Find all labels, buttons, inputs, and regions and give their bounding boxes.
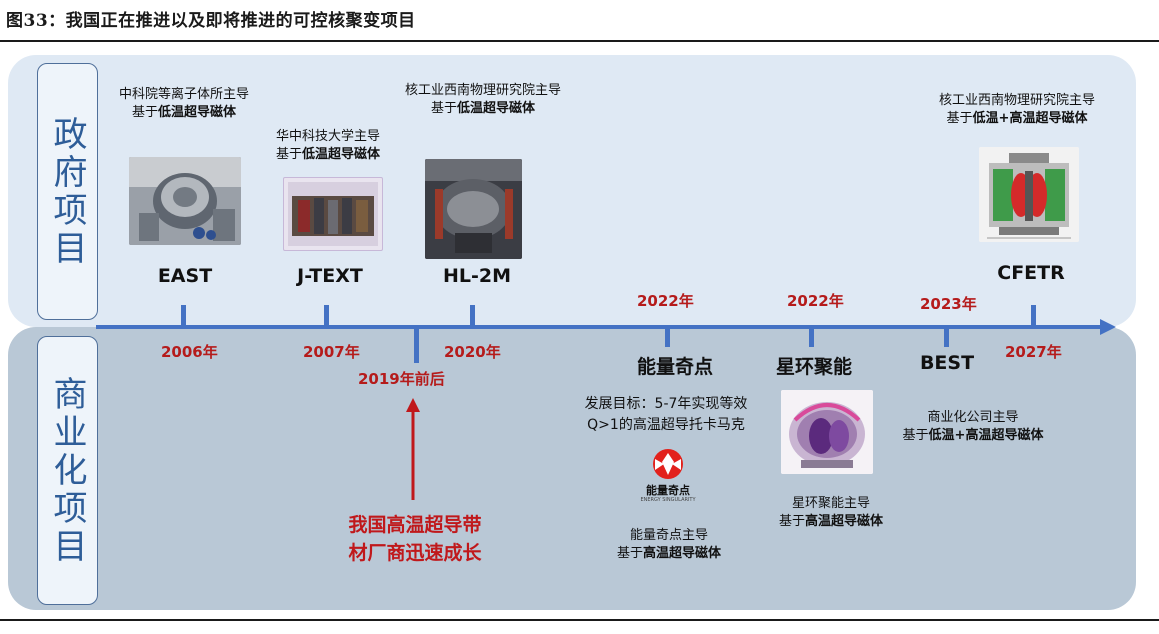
energy-singularity-logo: 能量奇点 ENERGY SINGULARITY xyxy=(633,448,703,508)
bottom-rule xyxy=(0,619,1159,621)
hl2m-name: HL-2M xyxy=(442,265,512,287)
figure-title: 图33：我国正在推进以及即将推进的可控核聚变项目 xyxy=(6,11,416,31)
tick-cfetr xyxy=(1031,305,1036,325)
jtext-name: J-TEXT xyxy=(297,265,363,287)
jtext-photo xyxy=(283,177,383,251)
tick-2019 xyxy=(414,327,419,363)
hl2m-description: 核工业西南物理研究院主导 基于低温超导磁体 xyxy=(404,83,561,116)
government-label-box: 政府项目 xyxy=(37,63,98,320)
timeline-axis xyxy=(96,319,1116,335)
startorus-name: 星环聚能 xyxy=(775,356,852,378)
tick-energy-singularity xyxy=(665,327,670,347)
tick-jtext xyxy=(324,305,329,325)
tick-east xyxy=(181,305,186,325)
tick-best xyxy=(944,327,949,347)
east-description: 中科院等离子体所主导 基于低温超导磁体 xyxy=(118,87,249,120)
hl2m-photo xyxy=(425,159,522,259)
east-name: EAST xyxy=(157,265,213,287)
jtext-year: 2007年 xyxy=(303,343,360,361)
tick-startorus xyxy=(809,327,814,347)
top-rule xyxy=(0,40,1159,42)
hl2m-year: 2020年 xyxy=(444,343,501,361)
marker-note: 我国高温超导带 材厂商迅速成长 xyxy=(348,514,482,564)
energy-singularity-year: 2022年 xyxy=(637,292,694,310)
commercial-label: 商业化项目 xyxy=(47,375,87,566)
startorus-year: 2022年 xyxy=(787,292,844,310)
up-arrow xyxy=(406,398,420,500)
cfetr-description: 核工业西南物理研究院主导 基于低温+高温超导磁体 xyxy=(938,93,1095,126)
best-name: BEST xyxy=(919,352,975,374)
tick-hl2m xyxy=(470,305,475,325)
jtext-description: 华中科技大学主导 基于低温超导磁体 xyxy=(275,129,381,162)
startorus-image xyxy=(781,390,873,474)
energy-singularity-name: 能量奇点 xyxy=(636,356,713,378)
east-photo xyxy=(129,157,241,245)
energy-singularity-description: 能量奇点主导 基于高温超导磁体 xyxy=(616,528,722,561)
cfetr-diagram xyxy=(979,147,1079,242)
government-label: 政府项目 xyxy=(47,115,87,268)
cfetr-name: CFETR xyxy=(997,262,1065,284)
best-description: 商业化公司主导 基于低温+高温超导磁体 xyxy=(902,410,1044,443)
best-year: 2023年 xyxy=(920,295,977,313)
commercial-label-box: 商业化项目 xyxy=(37,336,98,605)
cfetr-year: 2027年 xyxy=(1005,343,1062,361)
energy-singularity-goal: 发展目标：5-7年实现等效 Q>1的高温超导托卡马克 xyxy=(584,396,748,433)
energy-singularity-logo-icon xyxy=(653,449,683,479)
marker-year: 2019年前后 xyxy=(358,370,445,388)
east-year: 2006年 xyxy=(161,343,218,361)
startorus-description: 星环聚能主导 基于高温超导磁体 xyxy=(778,496,884,529)
